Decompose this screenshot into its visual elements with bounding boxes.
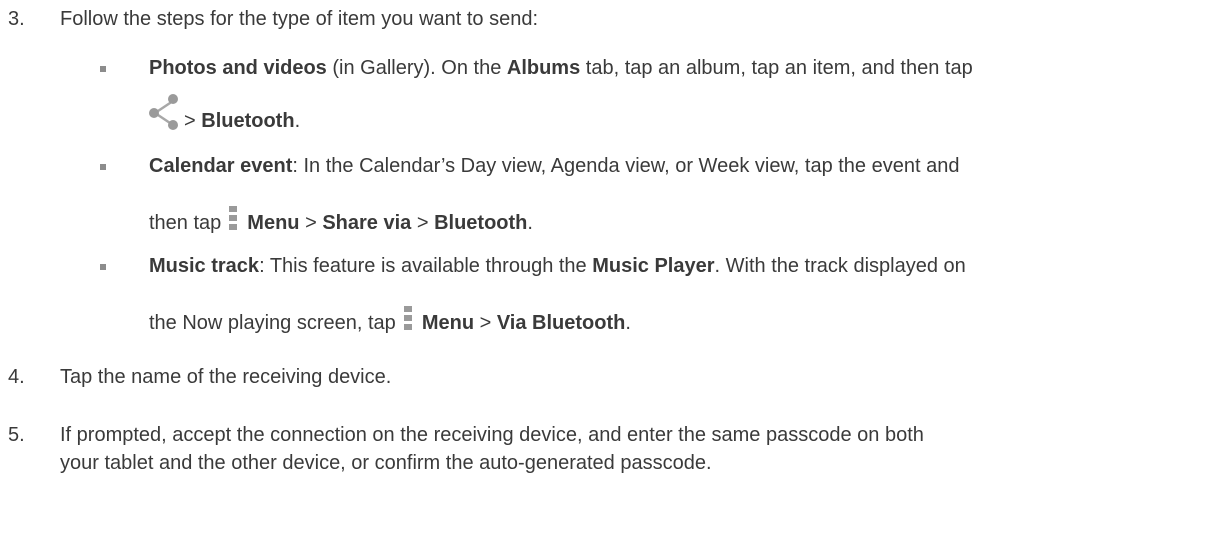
menu-icon: [229, 206, 239, 232]
bullet-text: >: [411, 212, 435, 234]
step-number: 5.: [8, 424, 25, 446]
step-number: 4.: [8, 366, 25, 388]
bullet-line-1: Photos and videos (in Gallery). On the A…: [149, 57, 973, 80]
bullet-line-2: the Now playing screen, tap Menu > Via Bl…: [149, 306, 631, 335]
bullet-marker: [100, 164, 106, 170]
bullet-text: >: [474, 312, 497, 334]
bullet-text: .: [527, 212, 533, 234]
bullet-title: Calendar event: [149, 155, 293, 177]
bullet-text: .: [294, 110, 301, 132]
bullet-text: the Now playing screen, tap: [149, 312, 396, 334]
step-text-line-1: If prompted, accept the connection on th…: [60, 424, 924, 446]
bullet-line-1: Music track: This feature is available t…: [149, 255, 966, 278]
bullet-text: : This feature is available through the: [259, 255, 593, 277]
step-text-line-2: your tablet and the other device, or con…: [60, 452, 712, 474]
bullet-title: Photos and videos: [149, 57, 327, 79]
bullet-text: (in Gallery). On the: [326, 57, 507, 79]
step-number: 3.: [8, 8, 25, 30]
step-text: Follow the steps for the type of item yo…: [60, 8, 539, 30]
bullet-bold: Bluetooth: [434, 212, 528, 234]
share-icon: [149, 94, 178, 130]
bullet-text: tab, tap an album, tap an item, and then…: [580, 57, 973, 79]
bullet-line-2: > Bluetooth.: [184, 110, 300, 133]
bullet-text: then tap: [149, 212, 222, 234]
bullet-line-1: Calendar event: In the Calendar’s Day vi…: [149, 155, 959, 178]
bullet-text: >: [184, 110, 202, 132]
bullet-bold: Music Player: [592, 255, 715, 277]
step-text: Tap the name of the receiving device.: [60, 366, 392, 388]
bullet-text: >: [299, 212, 323, 234]
menu-icon: [403, 306, 414, 332]
bullet-bold: Via Bluetooth: [496, 312, 626, 334]
bullet-bold: Bluetooth: [201, 110, 295, 132]
bullet-bold: Menu: [421, 312, 475, 334]
bullet-bold: Menu: [247, 212, 300, 234]
bullet-marker: [100, 264, 106, 270]
bullet-title: Music track: [149, 255, 260, 277]
bullet-bold: Albums: [506, 57, 581, 79]
bullet-text: . With the track displayed on: [714, 255, 966, 277]
bullet-text: .: [625, 312, 631, 334]
bullet-text: : In the Calendar’s Day view, Agenda vie…: [292, 155, 960, 177]
bullet-bold: Share via: [322, 212, 412, 234]
bullet-line-2: then tap Menu > Share via > Bluetooth.: [149, 206, 533, 235]
bullet-marker: [100, 66, 106, 72]
